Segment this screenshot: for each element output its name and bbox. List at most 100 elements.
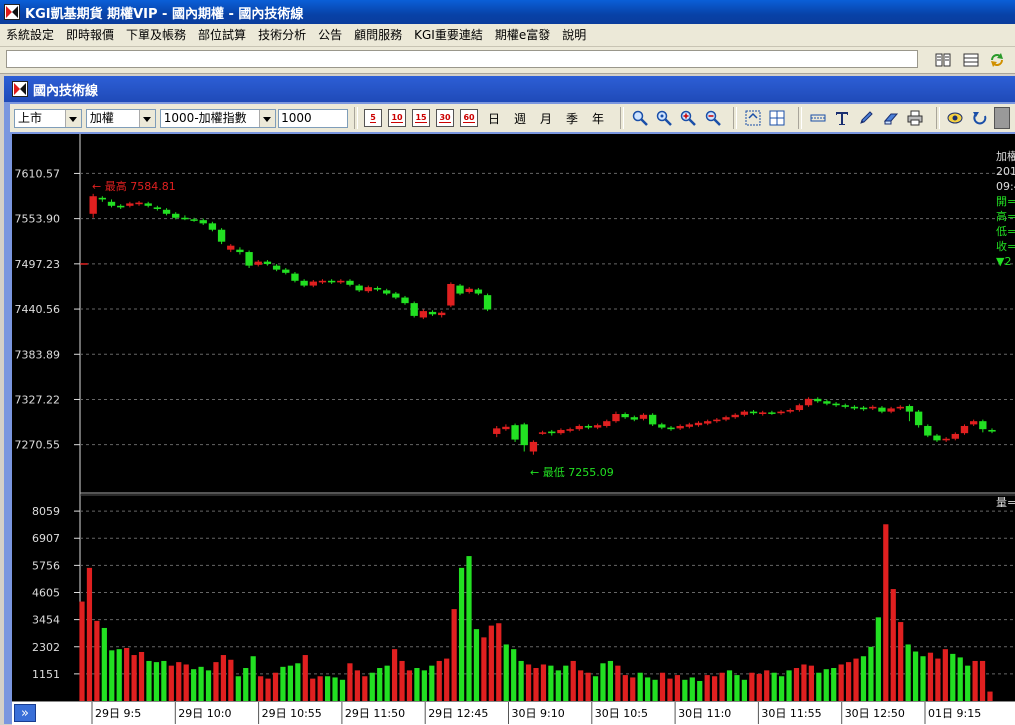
chevron-down-icon[interactable] [259, 109, 276, 127]
volume-bar [250, 656, 256, 701]
candle-body [456, 285, 464, 294]
menu-item-4[interactable]: 技術分析 [252, 24, 312, 46]
period-button-60[interactable]: 60 [460, 109, 479, 127]
volume-bar [168, 665, 174, 701]
volume-bar [630, 677, 636, 701]
layout-icon[interactable] [932, 50, 954, 70]
price-tick-label: 7553.90 [15, 213, 61, 226]
market-select[interactable]: 上市 [14, 108, 82, 128]
candle-body [245, 252, 253, 266]
print-icon[interactable] [905, 108, 924, 128]
eraser-icon[interactable] [881, 108, 900, 128]
volume-bar [645, 677, 651, 701]
candle-body [951, 433, 959, 439]
period-button-label: 30 [439, 113, 451, 123]
candle-body [199, 220, 207, 224]
volume-bar [436, 660, 442, 701]
grid-icon[interactable] [768, 108, 787, 128]
volume-bar [235, 676, 241, 701]
window-title: KGI凱基期貨 期權VIP - 國內期權 - 國內技術線 [25, 6, 304, 22]
candle-body [172, 213, 180, 218]
candle-body [419, 311, 428, 318]
reset-icon[interactable] [970, 108, 989, 128]
calendar-period-button-1[interactable]: 週 [510, 109, 530, 127]
volume-bar [756, 673, 762, 701]
volume-bar [898, 622, 904, 701]
volume-bar [890, 589, 896, 701]
candle-body [832, 403, 840, 406]
period-button-10[interactable]: 10 [388, 109, 407, 127]
volume-bar [823, 669, 829, 701]
candle-body [704, 421, 712, 424]
calendar-period-button-0[interactable]: 日 [484, 109, 504, 127]
volume-tick-label: 8059 [32, 505, 60, 518]
menu-item-9[interactable]: 說明 [556, 24, 592, 46]
chevron-down-icon[interactable] [138, 109, 155, 127]
scroll-right-button[interactable]: » [14, 704, 36, 722]
time-label: 29日 9:5 [95, 707, 141, 720]
pen-icon[interactable] [857, 108, 876, 128]
volume-bar [905, 644, 911, 701]
volume-bar [950, 653, 956, 701]
category-select[interactable]: 加權 [85, 108, 156, 128]
zoom-in-icon[interactable] [679, 108, 698, 128]
line-tool-icon[interactable] [808, 108, 827, 128]
time-label: 30日 12:50 [845, 707, 905, 720]
volume-bar [362, 676, 368, 701]
candle-body [300, 280, 308, 286]
volume-bar [272, 672, 279, 701]
market-select-value: 上市 [18, 110, 43, 125]
search-icon[interactable] [630, 108, 649, 128]
volume-bar [153, 662, 160, 701]
zoom-icon[interactable] [654, 108, 673, 128]
candle-body [823, 401, 831, 404]
calendar-period-button-3[interactable]: 季 [562, 109, 582, 127]
candle-body [373, 287, 382, 290]
volume-bar [920, 656, 926, 701]
candle-body [98, 197, 107, 200]
volume-bar [347, 663, 353, 701]
candle-body [630, 417, 638, 420]
calendar-period-button-2[interactable]: 月 [536, 109, 556, 127]
menu-item-7[interactable]: KGI重要連結 [408, 24, 489, 46]
zoom-out-icon[interactable] [703, 108, 722, 128]
volume-bar [176, 662, 182, 701]
volume-bar [205, 670, 212, 701]
chart-area[interactable]: 7610.57 7553.90 7497.23 7440.56 7383.89 7327.… [12, 134, 1015, 701]
chevron-down-icon[interactable] [64, 109, 81, 127]
menu-item-8[interactable]: 期權e富發 [489, 24, 556, 46]
volume-bar [280, 666, 286, 701]
text-tool-icon[interactable] [832, 108, 851, 128]
volume-bar [786, 670, 792, 701]
menu-item-3[interactable]: 部位試算 [192, 24, 252, 46]
code-input[interactable] [278, 108, 349, 128]
period-button-5[interactable]: 5 [364, 109, 383, 127]
toolbar-separator [620, 107, 624, 129]
eye-icon[interactable] [946, 108, 965, 128]
menu-item-1[interactable]: 即時報價 [60, 24, 120, 46]
menu-item-2[interactable]: 下單及帳務 [120, 24, 192, 46]
main-toolbar [0, 47, 1015, 74]
volume-bar [258, 676, 264, 701]
list-icon[interactable] [960, 50, 982, 70]
command-input[interactable] [6, 50, 918, 68]
candle-body [768, 412, 776, 414]
refresh-icon[interactable] [986, 50, 1008, 70]
volume-bar [86, 567, 93, 701]
menu-item-0[interactable]: 系統設定 [0, 24, 60, 46]
period-button-30[interactable]: 30 [436, 109, 455, 127]
period-button-15[interactable]: 15 [412, 109, 431, 127]
time-label: 29日 10:55 [262, 707, 322, 720]
price-tick-label: 7497.23 [15, 258, 61, 271]
menu-item-6[interactable]: 顧問服務 [348, 24, 408, 46]
fit-icon[interactable] [743, 108, 762, 128]
extra-tool-icon[interactable] [994, 107, 1010, 129]
candle-body [144, 203, 152, 206]
candlestick-chart[interactable]: 7610.57 7553.90 7497.23 7440.56 7383.89 7327.… [12, 134, 1015, 701]
menu-item-5[interactable]: 公告 [312, 24, 348, 46]
symbol-select[interactable]: 1000-加權指數 [159, 108, 277, 128]
candle-body [208, 223, 217, 230]
volume-bar [540, 664, 547, 701]
calendar-period-button-4[interactable]: 年 [588, 109, 608, 127]
candle-body [694, 422, 703, 426]
